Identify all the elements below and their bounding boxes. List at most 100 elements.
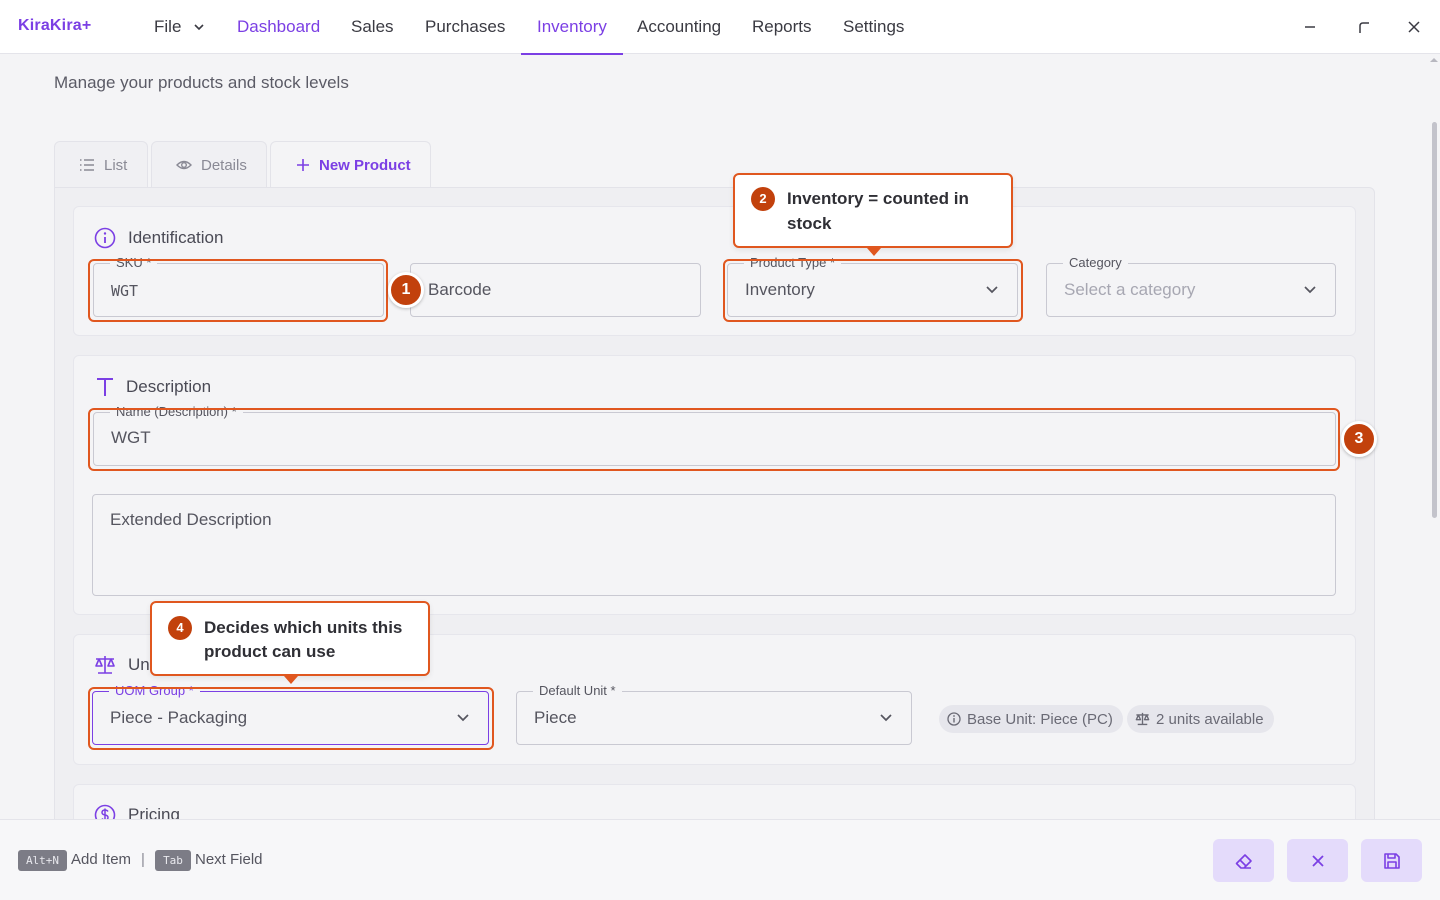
category-placeholder: Select a category	[1064, 280, 1196, 299]
restore-button[interactable]	[1351, 14, 1377, 40]
callout-2-arrow	[867, 248, 881, 256]
step-badge-4: 4	[168, 616, 192, 640]
callout-2-line1: Inventory = counted in	[787, 189, 969, 208]
menu-reports[interactable]: Reports	[752, 0, 812, 54]
product-type-value: Inventory	[745, 280, 815, 299]
callout-uom-group: 4 Decides which units this product can u…	[150, 601, 430, 684]
plus-icon	[297, 159, 309, 171]
menu-sales[interactable]: Sales	[351, 0, 394, 54]
tab-new-product[interactable]: New Product	[270, 141, 431, 188]
callout-4-arrow	[284, 676, 298, 684]
menu-purchases[interactable]: Purchases	[425, 0, 505, 54]
tab-details-label: Details	[201, 156, 247, 174]
menu-settings[interactable]: Settings	[843, 0, 904, 54]
menu-accounting[interactable]: Accounting	[637, 0, 721, 54]
sku-field[interactable]: SKU * WGT	[93, 255, 384, 317]
identification-title: Identification	[94, 227, 223, 249]
minimize-icon	[1305, 26, 1315, 28]
menu-inventory[interactable]: Inventory	[521, 0, 623, 55]
menu-dashboard[interactable]: Dashboard	[237, 0, 320, 54]
shortcut-next-field-label: Next Field	[195, 851, 263, 868]
callout-2-line2: stock	[787, 214, 832, 233]
scroll-up-icon	[1430, 58, 1438, 62]
menu-file[interactable]: File	[154, 0, 205, 54]
product-type-select[interactable]: Product Type * Inventory	[727, 255, 1018, 317]
scrollbar-thumb[interactable]	[1432, 122, 1437, 518]
close-window-button[interactable]	[1401, 14, 1427, 40]
close-icon	[1311, 854, 1324, 867]
shortcut-key-alt-n: Alt+N	[18, 850, 67, 871]
step-badge-1: 1	[388, 272, 424, 308]
scale-icon	[1135, 712, 1150, 726]
eraser-icon	[1235, 853, 1252, 869]
uom-group-label: UOM Group *	[109, 683, 200, 699]
product-type-label: Product Type *	[744, 255, 842, 271]
cancel-button[interactable]	[1287, 839, 1348, 882]
step-badge-3-number: 3	[1354, 430, 1364, 447]
callout-product-type: 2 Inventory = counted in stock	[733, 173, 1013, 256]
sku-label: SKU *	[110, 255, 158, 271]
name-value: WGT	[111, 428, 151, 447]
base-unit-chip-label: Base Unit: Piece (PC)	[967, 710, 1113, 728]
shortcut-separator: |	[141, 851, 145, 868]
default-unit-value: Piece	[534, 708, 577, 727]
clear-form-button[interactable]	[1213, 839, 1274, 882]
step-badge-2: 2	[751, 187, 775, 211]
name-field[interactable]: Name (Description) * WGT	[93, 404, 1336, 466]
close-icon	[1408, 21, 1420, 33]
eye-icon	[176, 160, 192, 170]
description-title-label: Description	[126, 377, 212, 396]
list-icon	[80, 159, 94, 171]
active-menu-underline	[521, 53, 623, 55]
extended-description-textarea[interactable]: Extended Description	[92, 494, 1336, 596]
base-unit-chip: Base Unit: Piece (PC)	[939, 705, 1123, 733]
uom-group-select[interactable]: UOM Group * Piece - Packaging	[92, 683, 489, 745]
tab-list[interactable]: List	[54, 141, 148, 188]
app-logo: KiraKira+	[18, 17, 92, 34]
save-icon	[1383, 852, 1400, 869]
category-label: Category	[1063, 255, 1128, 271]
minimize-button[interactable]	[1297, 14, 1323, 40]
shortcut-add-item-label: Add Item	[71, 851, 132, 868]
units-available-chip: 2 units available	[1127, 705, 1274, 733]
step-badge-1-number: 1	[401, 281, 411, 298]
tab-list-label: List	[104, 156, 128, 174]
units-title-label: Un	[128, 655, 150, 674]
default-unit-label: Default Unit *	[533, 683, 622, 699]
title-bar: KiraKira+ File Dashboard Sales Purchases…	[0, 0, 1440, 55]
step-badge-4-number: 4	[176, 620, 184, 635]
info-icon	[947, 712, 961, 726]
extended-description-placeholder: Extended Description	[110, 510, 272, 529]
chevron-down-icon	[194, 24, 204, 31]
step-badge-2-number: 2	[759, 191, 767, 206]
tab-new-product-label: New Product	[319, 156, 411, 174]
text-type-icon	[97, 378, 113, 396]
description-title: Description	[96, 377, 211, 397]
units-title: Un	[94, 655, 150, 675]
menu-file-label: File	[154, 17, 182, 36]
chevron-down-icon	[1304, 286, 1316, 294]
sku-value: WGT	[111, 282, 139, 300]
category-select[interactable]: Category Select a category	[1046, 255, 1336, 317]
info-icon	[94, 227, 116, 249]
page-subtitle: Manage your products and stock levels	[54, 73, 349, 92]
restore-icon	[1359, 22, 1369, 33]
chevron-down-icon	[880, 714, 892, 722]
barcode-field[interactable]: Barcode	[410, 263, 701, 317]
uom-group-value: Piece - Packaging	[110, 708, 248, 727]
chevron-down-icon	[457, 714, 469, 722]
barcode-placeholder: Barcode	[428, 280, 492, 299]
units-available-chip-label: 2 units available	[1156, 710, 1264, 728]
save-button[interactable]	[1361, 839, 1422, 882]
scale-icon	[95, 656, 115, 674]
identification-title-label: Identification	[128, 228, 224, 247]
step-badge-3: 3	[1341, 421, 1377, 457]
shortcut-key-tab: Tab	[155, 850, 191, 871]
callout-4-line1: Decides which units this	[204, 618, 403, 637]
menu-inventory-label: Inventory	[537, 17, 607, 36]
chevron-down-icon	[986, 286, 998, 294]
tab-details[interactable]: Details	[151, 141, 267, 188]
callout-4-line2: product can use	[204, 642, 336, 661]
default-unit-select[interactable]: Default Unit * Piece	[516, 683, 912, 745]
name-label: Name (Description) *	[110, 404, 243, 420]
